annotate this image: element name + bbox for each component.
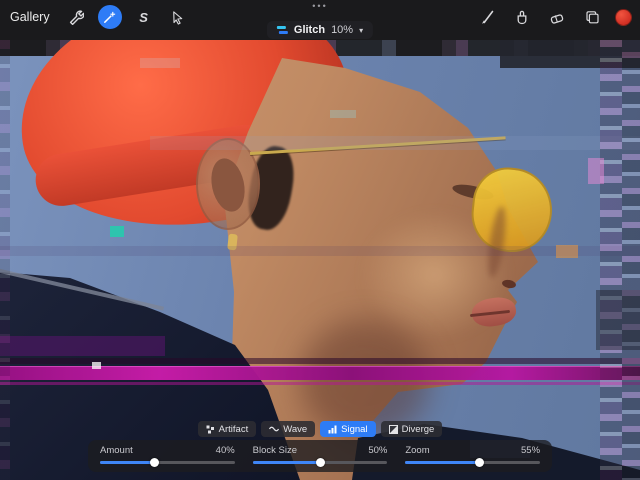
glitch-noise-right (622, 40, 640, 480)
wave-icon (269, 426, 280, 432)
right-tools (475, 6, 632, 28)
slider-label: Amount (100, 445, 133, 456)
tab-artifact[interactable]: Artifact (197, 421, 257, 437)
chevron-down-icon: ▾ (359, 25, 364, 35)
amount-slider-knob[interactable] (149, 458, 159, 467)
signal-icon (328, 425, 337, 433)
glitch-stripe (0, 246, 640, 256)
slider-amount: Amount 40% (100, 444, 235, 468)
filter-title-bar[interactable]: Glitch 10% ▾ (266, 21, 374, 39)
block-size-slider-knob[interactable] (316, 458, 325, 467)
transform-icon[interactable] (166, 5, 190, 29)
wrench-icon[interactable] (64, 5, 88, 29)
procreate-app: Artifact Wave Signal Diverge Amount 40% … (0, 0, 640, 480)
slider-value: 55% (521, 445, 541, 456)
eraser-icon[interactable] (545, 5, 569, 29)
glitch-noise-left (0, 40, 10, 480)
slider-value: 40% (215, 445, 235, 456)
block-size-slider[interactable] (252, 458, 388, 467)
color-swatch[interactable] (615, 8, 632, 26)
filter-percent: 10% (331, 24, 354, 36)
diverge-icon (388, 424, 398, 434)
slider-value: 50% (368, 445, 388, 456)
tab-signal[interactable]: Signal (320, 421, 376, 437)
tab-label: Wave (283, 423, 308, 435)
glitch-slider-panel: Amount 40% Block Size 50% Zoom 55% (88, 440, 552, 472)
slider-label: Zoom (405, 445, 430, 456)
tab-label: Diverge (401, 423, 435, 435)
amount-slider[interactable] (100, 458, 235, 467)
smudge-icon[interactable] (510, 5, 534, 29)
slider-block-size: Block Size 50% (252, 444, 388, 468)
artifact-icon (206, 425, 214, 433)
layers-icon[interactable] (580, 5, 604, 29)
zoom-slider[interactable] (405, 458, 541, 467)
tab-wave[interactable]: Wave (261, 421, 316, 437)
filter-name: Glitch (293, 24, 326, 36)
glitch-stripe (150, 136, 640, 150)
glitch-magenta-stripe-thin (0, 382, 640, 385)
slider-label: Block Size (252, 445, 298, 456)
gallery-button[interactable]: Gallery (6, 10, 54, 24)
tab-label: Artifact (218, 423, 249, 435)
glitch-noise-right (600, 40, 622, 480)
adjustments-icon[interactable] (97, 5, 122, 29)
left-tools: Gallery S (6, 5, 190, 29)
zoom-slider-knob[interactable] (475, 458, 485, 467)
brush-icon[interactable] (475, 5, 499, 29)
canvas[interactable]: Artifact Wave Signal Diverge Amount 40% … (0, 40, 640, 480)
glitch-mode-tabs: Artifact Wave Signal Diverge (0, 421, 640, 437)
tab-diverge[interactable]: Diverge (380, 421, 443, 437)
selection-icon[interactable]: S (132, 5, 156, 29)
glitch-filter-icon (276, 25, 288, 35)
tab-label: Signal (341, 423, 368, 435)
glitch-purple-band (0, 336, 165, 356)
slider-zoom: Zoom 55% (405, 444, 541, 468)
